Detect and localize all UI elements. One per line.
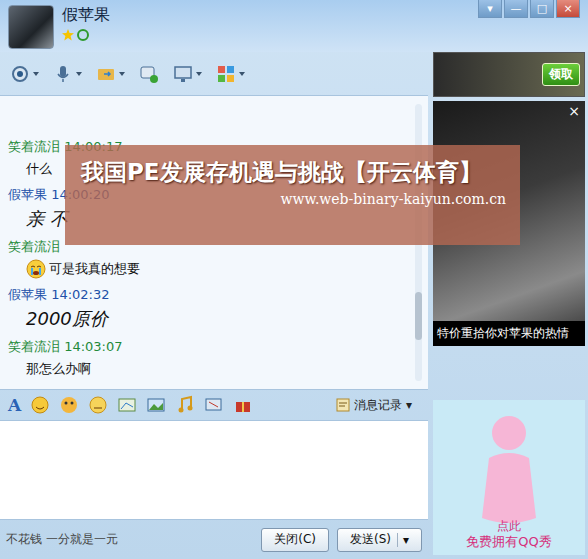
shake-icon[interactable] — [88, 395, 108, 415]
message-meta: 假苹果 14:02:32 — [8, 285, 408, 305]
gift-icon[interactable] — [233, 395, 253, 415]
message-text: 那怎么办啊 — [8, 357, 408, 381]
magic-face-icon[interactable] — [59, 395, 79, 415]
new-chat-icon[interactable] — [139, 64, 159, 84]
video-icon[interactable] — [10, 64, 30, 84]
message-text: 可是我真的想要 — [8, 257, 408, 281]
screen-share-icon[interactable] — [173, 64, 193, 84]
microphone-icon[interactable] — [53, 64, 73, 84]
apps-icon[interactable] — [216, 64, 236, 84]
qq-show-hint: 点此 — [497, 519, 521, 535]
chat-window: 假苹果▾—□×笑着流泪 14:00:17什么假苹果 14:00:20亲 不笑着流… — [0, 0, 588, 559]
font-button[interactable]: A — [8, 395, 21, 415]
music-icon[interactable] — [175, 395, 195, 415]
avatar[interactable] — [8, 5, 54, 49]
window-control[interactable]: □ — [530, 0, 554, 18]
input-toolbar: A 消息记录▾ — [0, 390, 428, 420]
smiley-icon[interactable] — [30, 395, 50, 415]
folder-icon[interactable] — [96, 64, 116, 84]
history-button[interactable]: 消息记录▾ — [336, 397, 420, 414]
status-icons — [62, 29, 470, 41]
doodle-icon[interactable] — [117, 395, 137, 415]
history-icon — [336, 398, 350, 412]
message-input[interactable] — [0, 420, 428, 520]
bottom-bar: 不花钱 一分就是一元关闭(C) 发送(S)▾ — [0, 520, 428, 559]
title-bar: 假苹果 ▾—□× — [0, 0, 588, 52]
qq-show-panel[interactable]: 点此免费拥有QQ秀 — [433, 400, 585, 555]
window-control[interactable]: — — [504, 0, 528, 18]
window-controls: ▾—□× — [478, 0, 580, 18]
ad-close-button[interactable]: × — [568, 103, 580, 119]
star-icon — [62, 29, 74, 41]
claim-button[interactable]: 领取 — [542, 63, 580, 86]
screenshot-icon[interactable] — [204, 395, 224, 415]
silhouette-icon — [464, 408, 554, 538]
message-meta: 笑着流泪 14:03:07 — [8, 337, 408, 357]
toolbar — [0, 52, 428, 95]
status-text: 不花钱 一分就是一元 — [6, 531, 253, 548]
send-button[interactable]: 发送(S)▾ — [337, 528, 422, 552]
message: 笑着流泪 14:03:07那怎么办啊 — [8, 337, 408, 381]
message: 假苹果 14:02:322000原价 — [8, 285, 408, 333]
watermark-banner: 我国PE发展存机遇与挑战【开云体育】 www.web-binary-kaiyun.… — [65, 145, 520, 245]
close-button[interactable]: 关闭(C) — [261, 528, 329, 552]
watermark-url: www.web-binary-kaiyun.com.cn — [281, 191, 506, 207]
qzone-icon[interactable] — [77, 29, 89, 41]
crying-emoji-icon — [26, 259, 46, 279]
window-control[interactable]: ▾ — [478, 0, 502, 18]
window-control[interactable]: × — [556, 0, 580, 18]
message-text: 2000原价 — [8, 305, 408, 333]
scrollbar-thumb[interactable] — [415, 292, 422, 340]
watermark-title: 我国PE发展存机遇与挑战【开云体育】 — [81, 159, 506, 185]
qq-show-link[interactable]: 免费拥有QQ秀 — [466, 534, 551, 551]
image-icon[interactable] — [146, 395, 166, 415]
ad-banner[interactable]: 领取 — [433, 52, 585, 97]
ad-caption: 特价重拾你对苹果的热情 — [433, 321, 585, 346]
contact-name: 假苹果 — [62, 5, 470, 25]
